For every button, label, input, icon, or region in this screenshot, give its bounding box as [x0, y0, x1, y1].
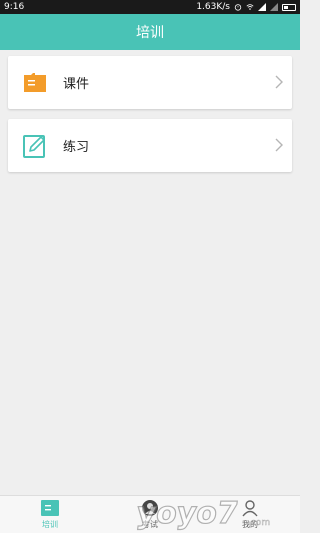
wifi-icon [246, 4, 254, 10]
nav-item-training[interactable]: 培训 [0, 496, 100, 533]
app-header: 培训 [0, 14, 300, 50]
alarm-icon [234, 4, 242, 11]
user-icon [142, 500, 158, 516]
courseware-label: 课件 [63, 77, 90, 92]
bottom-nav: 培训 考试 我的 [0, 495, 300, 533]
status-icons: 1.63K/s [196, 2, 296, 12]
nav-label-exam: 考试 [142, 520, 158, 529]
page-title: 培训 [136, 25, 164, 41]
courseware-card[interactable]: 课件 [8, 56, 292, 109]
book-icon [41, 500, 59, 516]
nav-item-exam[interactable]: 考试 [100, 496, 200, 533]
status-time: 9:16 [4, 2, 25, 12]
signal-icon [270, 3, 278, 11]
battery-icon [282, 3, 296, 11]
status-bar: 9:16 1.63K/s [0, 0, 300, 14]
practice-card[interactable]: 练习 [8, 119, 292, 172]
chevron-right-icon [275, 138, 283, 152]
nav-label-mine: 我的 [242, 520, 258, 529]
person-icon [242, 500, 258, 517]
edit-icon [23, 135, 45, 158]
practice-label: 练习 [63, 140, 90, 155]
network-speed: 1.63K/s [196, 2, 230, 12]
chevron-right-icon [275, 75, 283, 89]
signal-icon [258, 3, 266, 11]
nav-label-training: 培训 [42, 520, 58, 529]
book-icon [24, 73, 46, 92]
nav-item-mine[interactable]: 我的 [200, 496, 300, 533]
